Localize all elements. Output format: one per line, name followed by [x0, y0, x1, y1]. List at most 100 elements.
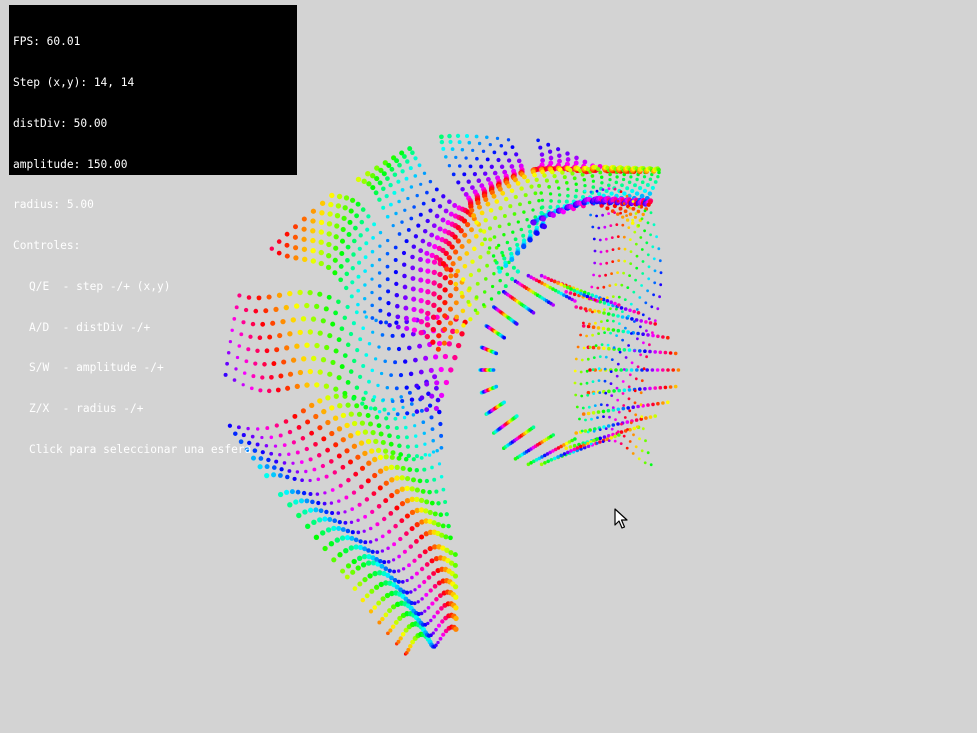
sphere[interactable] — [625, 218, 630, 222]
sphere[interactable] — [423, 609, 427, 613]
sphere[interactable] — [367, 421, 374, 427]
sphere[interactable] — [628, 308, 632, 313]
sphere[interactable] — [602, 285, 606, 289]
sphere[interactable] — [624, 356, 628, 359]
sphere[interactable] — [623, 259, 627, 263]
sphere[interactable] — [455, 342, 462, 349]
sphere[interactable] — [436, 307, 443, 313]
sphere[interactable] — [469, 227, 474, 233]
sphere[interactable] — [602, 415, 605, 418]
sphere[interactable] — [656, 307, 660, 311]
sphere[interactable] — [503, 196, 509, 202]
sphere[interactable] — [386, 162, 392, 168]
sphere[interactable] — [599, 297, 603, 301]
sphere[interactable] — [668, 385, 673, 389]
sphere[interactable] — [377, 410, 382, 414]
sphere[interactable] — [569, 287, 573, 291]
sphere[interactable] — [418, 319, 425, 325]
sphere[interactable] — [627, 314, 630, 318]
sphere[interactable] — [640, 379, 644, 383]
sphere[interactable] — [651, 245, 655, 249]
sphere[interactable] — [499, 144, 504, 148]
sphere[interactable] — [333, 245, 339, 251]
sphere[interactable] — [324, 509, 329, 515]
sphere[interactable] — [309, 430, 315, 436]
sphere[interactable] — [621, 223, 625, 227]
sphere[interactable] — [389, 166, 395, 172]
sphere[interactable] — [336, 426, 343, 432]
sphere[interactable] — [597, 379, 601, 382]
sphere[interactable] — [350, 569, 356, 575]
sphere[interactable] — [491, 193, 497, 199]
sphere[interactable] — [310, 237, 316, 244]
sphere[interactable] — [502, 256, 507, 261]
sphere[interactable] — [434, 235, 440, 241]
sphere[interactable] — [414, 487, 420, 493]
sphere[interactable] — [363, 310, 367, 314]
sphere[interactable] — [502, 233, 506, 237]
sphere[interactable] — [574, 305, 578, 309]
sphere[interactable] — [429, 415, 434, 420]
sphere[interactable] — [362, 529, 366, 533]
sphere[interactable] — [529, 184, 534, 189]
sphere[interactable] — [325, 419, 331, 426]
sphere[interactable] — [400, 220, 404, 224]
sphere[interactable] — [425, 258, 431, 264]
sphere[interactable] — [516, 158, 522, 164]
sphere[interactable] — [356, 288, 361, 293]
sphere[interactable] — [627, 180, 632, 185]
sphere[interactable] — [438, 512, 444, 517]
sphere[interactable] — [472, 172, 477, 177]
sphere[interactable] — [596, 410, 601, 414]
sphere[interactable] — [408, 643, 413, 649]
sphere[interactable] — [642, 367, 646, 371]
sphere[interactable] — [448, 334, 454, 340]
sphere[interactable] — [357, 374, 363, 380]
sphere[interactable] — [413, 234, 419, 239]
sphere[interactable] — [332, 270, 338, 276]
sphere[interactable] — [386, 546, 390, 551]
sphere[interactable] — [413, 588, 417, 592]
sphere[interactable] — [433, 385, 439, 391]
sphere[interactable] — [357, 246, 362, 251]
sphere[interactable] — [388, 182, 393, 188]
sphere[interactable] — [617, 247, 621, 251]
sphere[interactable] — [323, 491, 327, 495]
sphere[interactable] — [628, 274, 631, 277]
sphere[interactable] — [467, 286, 472, 291]
sphere[interactable] — [383, 566, 389, 572]
sphere[interactable] — [604, 355, 608, 359]
sphere[interactable] — [532, 172, 537, 178]
sphere[interactable] — [400, 465, 406, 471]
sphere[interactable] — [608, 284, 612, 287]
sphere[interactable] — [574, 393, 578, 397]
sphere[interactable] — [364, 353, 369, 357]
sphere[interactable] — [516, 220, 520, 224]
sphere[interactable] — [308, 478, 312, 483]
sphere[interactable] — [448, 535, 453, 541]
sphere[interactable] — [579, 444, 583, 449]
sphere[interactable] — [366, 560, 372, 566]
sphere[interactable] — [659, 283, 663, 287]
sphere[interactable] — [446, 341, 452, 347]
sphere[interactable] — [440, 523, 446, 529]
sphere[interactable] — [430, 465, 434, 470]
sphere[interactable] — [645, 368, 649, 372]
sphere[interactable] — [370, 316, 375, 320]
sphere[interactable] — [380, 616, 385, 622]
sphere[interactable] — [483, 196, 489, 202]
sphere[interactable] — [430, 339, 436, 345]
sphere[interactable] — [644, 439, 647, 443]
sphere[interactable] — [380, 596, 386, 602]
render-viewport[interactable]: FPS: 60.01 Step (x,y): 14, 14 distDiv: 5… — [0, 0, 977, 733]
sphere[interactable] — [634, 212, 638, 215]
sphere[interactable] — [575, 405, 579, 409]
sphere[interactable] — [506, 183, 512, 189]
sphere[interactable] — [307, 368, 313, 375]
sphere[interactable] — [439, 433, 444, 438]
sphere[interactable] — [521, 243, 527, 250]
sphere[interactable] — [370, 185, 376, 191]
sphere[interactable] — [368, 540, 373, 544]
sphere[interactable] — [301, 226, 307, 232]
sphere[interactable] — [590, 417, 593, 421]
